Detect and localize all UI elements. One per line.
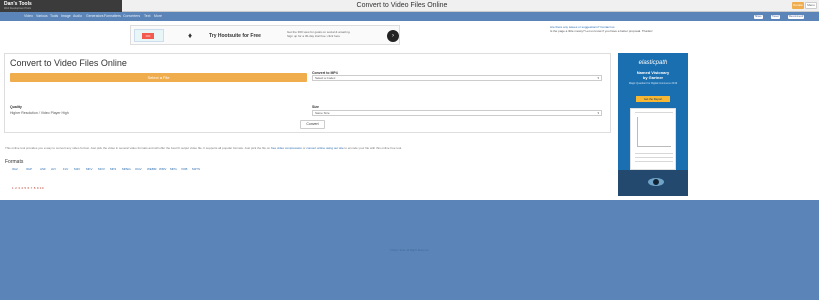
doc-line [635, 157, 673, 158]
nav-bar: Video Various Tools Image Audio Generato… [0, 12, 819, 21]
nav-item-formatters[interactable]: Formatters [104, 12, 121, 21]
quality-label: Quality [10, 105, 22, 109]
convert-button[interactable]: Convert [300, 120, 325, 129]
size-select[interactable]: Same Size ▾ [312, 110, 602, 116]
sidebar-ad-logo: elasticpath [638, 60, 668, 66]
converter-panel: Convert to Video Files Online Select a F… [4, 53, 611, 133]
ad-banner[interactable]: OO ♦ Try Hootsuite for Free Get the 360 … [130, 25, 400, 45]
format-link[interactable]: 3G2 [12, 167, 18, 171]
convert-to-value: Select a Codec [315, 76, 336, 80]
formats-title: Formats [5, 159, 24, 165]
feedback-box: Are there any issues or suggestions? Con… [550, 25, 812, 33]
doc-chart [637, 117, 671, 147]
sidebar-ad[interactable]: elasticpath Named Visionary by Gartner M… [618, 53, 688, 196]
report-document-image [630, 108, 676, 170]
face-image [618, 170, 688, 196]
nav-item-audio[interactable]: Audio [73, 12, 82, 21]
nav-item-converters[interactable]: Converters [123, 12, 140, 21]
nav-item-generators[interactable]: Generators [86, 12, 104, 21]
select-file-button[interactable]: Select a File [10, 73, 307, 82]
get-report-button[interactable]: Get the Report [636, 96, 670, 102]
format-link[interactable]: FLV [63, 167, 68, 171]
format-link[interactable]: VOB [181, 167, 187, 171]
convert-to-select[interactable]: Select a Codec ▾ [312, 75, 602, 81]
format-link[interactable]: AVI [51, 167, 56, 171]
format-link[interactable]: OGV [135, 167, 142, 171]
page-title: Convert to Video Files Online [356, 2, 448, 9]
format-link[interactable]: MPG [170, 167, 177, 171]
nav-item-video[interactable]: Video [24, 12, 33, 21]
feedback-description: Is the page a little messy? Let us know … [550, 29, 653, 33]
ad-logo-text: OO [142, 33, 154, 39]
ad-subtext: Get the 360 view for goals on social & a… [287, 30, 351, 38]
sidebar-ad-headline-2: by Gartner [642, 75, 664, 80]
size-label: Size [312, 105, 320, 109]
donate-button[interactable]: Donate [792, 2, 804, 9]
doc-line [635, 161, 673, 162]
brand-logo[interactable]: Dan's Tools Web Development Tools [0, 0, 122, 12]
format-link[interactable]: ASF [40, 167, 46, 171]
nav-item-text[interactable]: Text [144, 12, 150, 21]
arrow-right-icon[interactable]: › [387, 30, 399, 42]
chevron-down-icon: ▾ [597, 76, 599, 80]
quality-value[interactable]: Higher Resolution / Video Player High [10, 111, 69, 115]
share-button[interactable]: Share [754, 14, 763, 19]
sidebar-ad-subtext: Magic Quadrant for Digital Commerce 2019 [628, 82, 678, 85]
ad-logo: OO [134, 29, 164, 42]
chevron-down-icon: ▾ [597, 111, 599, 115]
nav-item-image[interactable]: Image [61, 12, 71, 21]
top-bar: Dan's Tools Web Development Tools Conver… [0, 0, 819, 12]
description-text: This online tool provides you a way to c… [5, 146, 271, 150]
doc-line [635, 112, 673, 113]
footer-text: © Dan's Tools. All Rights Reserved. [389, 249, 430, 252]
nav-item-more[interactable]: More [154, 12, 162, 21]
converter-title: Convert to Video Files Online [10, 58, 127, 68]
format-link[interactable]: MPEG [122, 167, 131, 171]
format-link[interactable]: M4V [74, 167, 80, 171]
format-link[interactable]: M2TS [192, 167, 200, 171]
nav-item-various[interactable]: Various [36, 12, 48, 21]
description-text-end: to encode your file with this online fre… [344, 146, 403, 150]
format-link[interactable]: MKV [86, 167, 93, 171]
size-value: Same Size [315, 111, 330, 115]
doc-line [635, 153, 673, 154]
pupil-icon [653, 179, 659, 185]
owl-icon: ♦ [188, 31, 193, 40]
menu-button[interactable]: Menu [805, 2, 817, 9]
recommend-button[interactable]: Recommend [788, 14, 805, 19]
format-link[interactable]: 3GP [26, 167, 32, 171]
ad-headline[interactable]: Try Hootsuite for Free [209, 33, 261, 39]
description-link-compression[interactable]: free video compression [271, 146, 302, 150]
format-link[interactable]: MOV [98, 167, 105, 171]
format-link[interactable]: MP4 [110, 167, 116, 171]
format-link[interactable]: WMV [159, 167, 166, 171]
brand-tagline: Web Development Tools [4, 7, 32, 10]
eye-icon [648, 178, 664, 186]
tool-description: This online tool provides you a way to c… [5, 146, 605, 150]
nav-item-tools[interactable]: Tools [50, 12, 58, 21]
pagination-links[interactable]: 1 2 3 4 5 6 7 8 9 10 [12, 186, 44, 190]
tweet-button[interactable]: Tweet [771, 14, 780, 19]
description-link-convert[interactable]: convert online using our site [306, 146, 343, 150]
format-link[interactable]: WEBM [147, 167, 156, 171]
